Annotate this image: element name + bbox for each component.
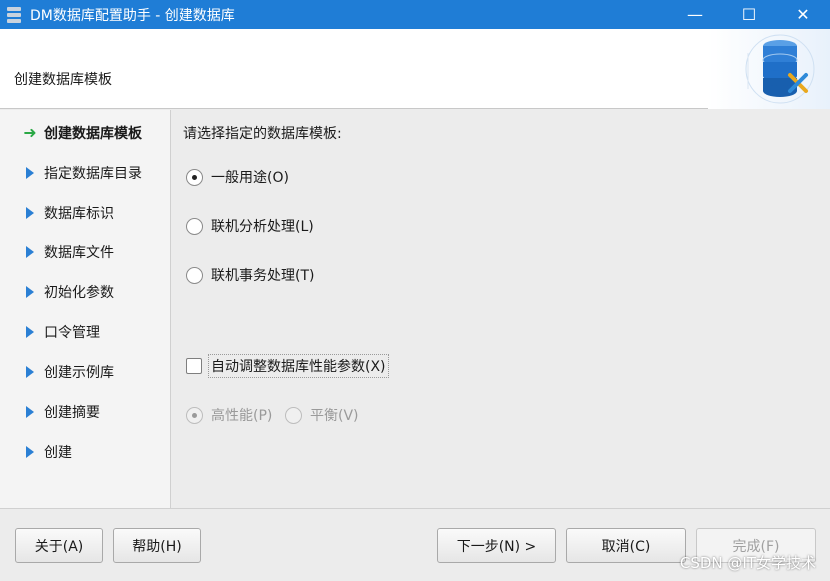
step-summary[interactable]: 创建摘要 [0, 401, 171, 423]
step-label: 创建摘要 [44, 405, 100, 421]
high-performance-label: 高性能(P) [211, 408, 273, 424]
maximize-button[interactable]: ☐ [722, 0, 776, 29]
step-database-files[interactable]: 数据库文件 [0, 241, 171, 263]
step-label: 初始化参数 [44, 285, 114, 301]
oltp-radio[interactable] [186, 266, 203, 284]
olap-radio[interactable] [186, 217, 203, 235]
template-prompt: 请选择指定的数据库模板: [183, 126, 342, 142]
balanced-label: 平衡(V) [310, 408, 359, 424]
oltp-label: 联机事务处理(T) [211, 268, 315, 284]
step-label: 创建示例库 [44, 365, 114, 381]
step-triangle-icon [22, 246, 38, 258]
step-init-params[interactable]: 初始化参数 [0, 281, 171, 303]
help-button[interactable]: 帮助(H) [113, 528, 201, 563]
auto-tune-label: 自动调整数据库性能参数(X) [208, 354, 389, 378]
olap-label: 联机分析处理(L) [211, 219, 314, 235]
option-oltp[interactable]: 联机事务处理(T) [186, 265, 314, 285]
general-purpose-label: 一般用途(O) [211, 170, 289, 186]
step-create[interactable]: 创建 [0, 441, 171, 463]
option-high-performance[interactable]: 高性能(P) [186, 405, 272, 425]
auto-tune-checkbox[interactable] [186, 358, 202, 374]
current-step-arrow-icon: ➜ [23, 123, 37, 142]
close-button[interactable]: ✕ [776, 0, 830, 29]
option-general-purpose[interactable]: 一般用途(O) [186, 167, 289, 187]
step-database-identifier[interactable]: 数据库标识 [0, 202, 171, 224]
database-logo-icon [708, 29, 830, 109]
balanced-radio[interactable] [285, 406, 302, 424]
step-label: 数据库标识 [44, 206, 114, 222]
step-database-directory[interactable]: 指定数据库目录 [0, 162, 171, 184]
cancel-button[interactable]: 取消(C) [566, 528, 686, 563]
high-performance-radio[interactable] [186, 406, 203, 424]
window-controls: — ☐ ✕ [668, 0, 830, 29]
step-triangle-icon [22, 207, 38, 219]
step-triangle-icon [22, 446, 38, 458]
step-label: 数据库文件 [44, 245, 114, 261]
wizard-header: 创建数据库模板 [0, 29, 830, 109]
title-bar: DM数据库配置助手 - 创建数据库 — ☐ ✕ [0, 0, 830, 29]
option-balanced[interactable]: 平衡(V) [285, 405, 359, 425]
auto-tune-option[interactable]: 自动调整数据库性能参数(X) [186, 354, 389, 378]
database-logo-graphic [745, 34, 815, 104]
step-label: 创建数据库模板 [44, 126, 142, 142]
window-title: DM数据库配置助手 - 创建数据库 [30, 7, 235, 24]
option-olap[interactable]: 联机分析处理(L) [186, 216, 314, 236]
step-password-management[interactable]: 口令管理 [0, 321, 171, 343]
step-triangle-icon [22, 366, 38, 378]
minimize-button[interactable]: — [668, 0, 722, 29]
step-triangle-icon [22, 167, 38, 179]
step-sample-database[interactable]: 创建示例库 [0, 361, 171, 383]
page-title: 创建数据库模板 [14, 72, 112, 88]
wizard-steps-sidebar: ➜ 创建数据库模板 指定数据库目录 数据库标识 数据库文件 初始化参数 口令管理… [0, 110, 171, 508]
step-label: 创建 [44, 445, 72, 461]
step-triangle-icon [22, 326, 38, 338]
template-selection-panel: 请选择指定的数据库模板: 一般用途(O) 联机分析处理(L) 联机事务处理(T)… [172, 110, 830, 508]
wizard-footer: 关于(A) 帮助(H) 下一步(N) > 取消(C) 完成(F) CSDN @I… [0, 508, 830, 581]
general-purpose-radio[interactable] [186, 168, 203, 186]
step-label: 口令管理 [44, 325, 100, 341]
next-button[interactable]: 下一步(N) > [437, 528, 556, 563]
database-app-icon [7, 6, 23, 24]
step-triangle-icon [22, 406, 38, 418]
step-create-template[interactable]: ➜ 创建数据库模板 [0, 122, 171, 144]
csdn-watermark: CSDN @IT女学技术 [679, 554, 816, 572]
step-label: 指定数据库目录 [44, 166, 142, 182]
step-triangle-icon [22, 286, 38, 298]
about-button[interactable]: 关于(A) [15, 528, 103, 563]
